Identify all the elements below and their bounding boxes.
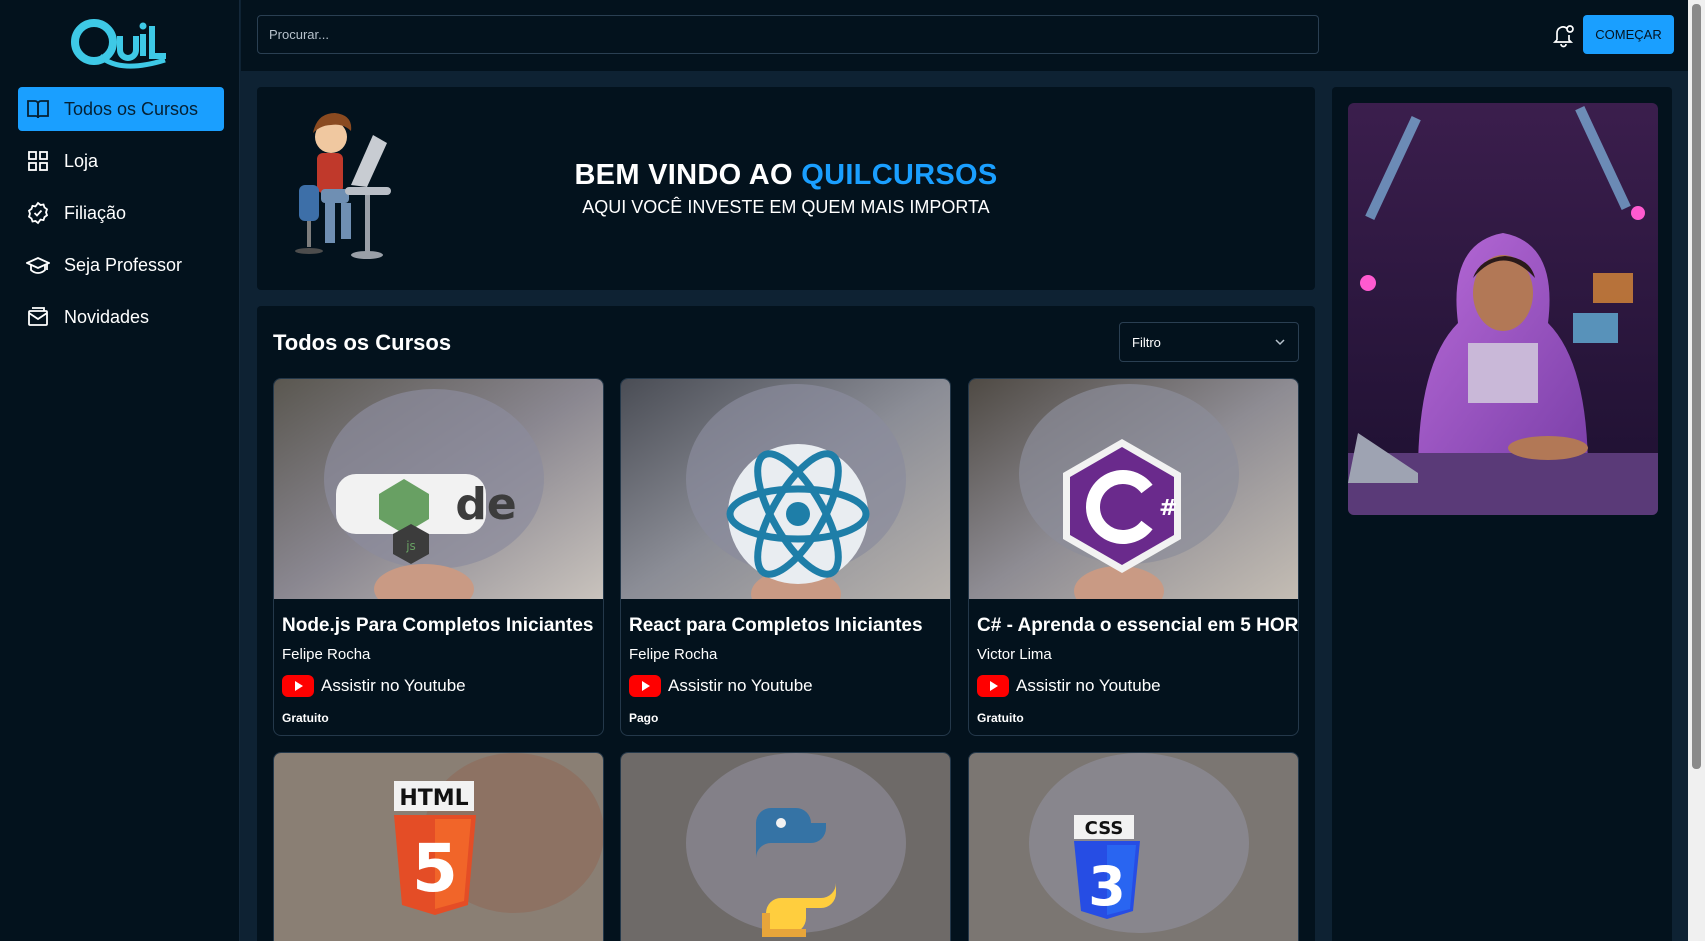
welcome-title-prefix: BEM VINDO AO bbox=[574, 159, 802, 191]
course-title[interactable]: C# - Aprenda o essencial em 5 HORAS bbox=[977, 615, 1298, 637]
watch-label: Assistir no Youtube bbox=[1016, 676, 1161, 695]
book-open-icon bbox=[26, 97, 50, 121]
scrollbar[interactable] bbox=[1688, 0, 1705, 941]
filter-select[interactable]: Filtro bbox=[1119, 322, 1299, 362]
filter-label: Filtro bbox=[1132, 334, 1161, 350]
course-price: Gratuito bbox=[282, 711, 329, 725]
course-price: Pago bbox=[629, 711, 659, 725]
course-author: Felipe Rocha bbox=[629, 646, 718, 663]
html-logo-text: HTML bbox=[399, 786, 468, 811]
quil-logo[interactable] bbox=[70, 16, 170, 74]
chevron-down-icon bbox=[1275, 339, 1285, 346]
sidebar-item-label: Seja Professor bbox=[64, 254, 183, 275]
sidebar-item-label: Todos os Cursos bbox=[64, 98, 199, 119]
youtube-icon bbox=[977, 675, 1009, 697]
watch-on-youtube-link[interactable]: Assistir no Youtube bbox=[977, 675, 1161, 697]
course-thumbnail: # bbox=[969, 379, 1298, 599]
youtube-icon bbox=[282, 675, 314, 697]
courses-panel: Todos os Cursos Filtro n de js Node.js P… bbox=[257, 306, 1315, 941]
watch-on-youtube-link[interactable]: Assistir no Youtube bbox=[629, 675, 813, 697]
youtube-icon bbox=[629, 675, 661, 697]
svg-text:#: # bbox=[1159, 496, 1177, 521]
sidebar-item-label: Loja bbox=[64, 150, 99, 171]
watch-on-youtube-link[interactable]: Assistir no Youtube bbox=[282, 675, 466, 697]
svg-text:js: js bbox=[405, 539, 416, 553]
course-title[interactable]: React para Completos Iniciantes bbox=[629, 615, 923, 637]
welcome-title: BEM VINDO AO QUILCURSOS bbox=[257, 159, 1315, 192]
mail-icon bbox=[26, 305, 50, 329]
sidebar-item-loja[interactable]: Loja bbox=[18, 139, 224, 183]
sidebar-item-seja-professor[interactable]: Seja Professor bbox=[18, 243, 224, 287]
welcome-banner: BEM VINDO AO QUILCURSOS AQUI VOCÊ INVEST… bbox=[257, 87, 1315, 290]
sidebar-item-label: Filiação bbox=[64, 202, 127, 223]
course-thumbnail: CSS 3 bbox=[969, 753, 1298, 941]
badge-check-icon bbox=[26, 201, 50, 225]
course-thumbnail bbox=[621, 379, 950, 599]
course-card[interactable]: HTML 5 bbox=[273, 752, 604, 941]
svg-text:de: de bbox=[455, 479, 516, 530]
course-card[interactable]: React para Completos Iniciantes Felipe R… bbox=[620, 378, 951, 736]
sidebar-item-filiacao[interactable]: Filiação bbox=[18, 191, 224, 235]
sidebar-item-novidades[interactable]: Novidades bbox=[18, 295, 224, 339]
course-card[interactable]: # C# - Aprenda o essencial em 5 HORAS Vi… bbox=[968, 378, 1299, 736]
grid-icon bbox=[26, 149, 50, 173]
scrollbar-thumb[interactable] bbox=[1692, 4, 1701, 769]
css-logo-text: CSS bbox=[1085, 818, 1124, 839]
course-author: Victor Lima bbox=[977, 646, 1052, 663]
welcome-title-highlight: QUILCURSOS bbox=[801, 159, 998, 191]
right-panel bbox=[1332, 87, 1672, 941]
welcome-subtitle: AQUI VOCÊ INVESTE EM QUEM MAIS IMPORTA bbox=[582, 197, 990, 217]
watch-label: Assistir no Youtube bbox=[668, 676, 813, 695]
watch-label: Assistir no Youtube bbox=[321, 676, 466, 695]
notification-bell-icon[interactable] bbox=[1551, 22, 1577, 48]
sidebar: Todos os Cursos Loja Filiação Seja Profe… bbox=[0, 0, 240, 941]
course-thumbnail: HTML 5 bbox=[274, 753, 603, 941]
course-title[interactable]: Node.js Para Completos Iniciantes bbox=[282, 615, 593, 637]
course-card[interactable]: CSS 3 bbox=[968, 752, 1299, 941]
graduation-cap-icon bbox=[26, 253, 50, 277]
html5-number: 5 bbox=[412, 830, 458, 907]
course-thumbnail bbox=[621, 753, 950, 941]
top-bar: COMEÇAR bbox=[241, 0, 1688, 71]
course-price: Gratuito bbox=[977, 711, 1024, 725]
courses-title: Todos os Cursos bbox=[273, 330, 452, 355]
start-button[interactable]: COMEÇAR bbox=[1583, 15, 1674, 54]
course-thumbnail: n de js bbox=[274, 379, 603, 599]
sidebar-item-label: Novidades bbox=[64, 306, 150, 327]
css3-number: 3 bbox=[1088, 855, 1126, 918]
sidebar-item-todos-os-cursos[interactable]: Todos os Cursos bbox=[18, 87, 224, 131]
course-author: Felipe Rocha bbox=[282, 646, 371, 663]
course-card[interactable] bbox=[620, 752, 951, 941]
course-card[interactable]: n de js Node.js Para Completos Iniciante… bbox=[273, 378, 604, 736]
hero-illustration bbox=[1348, 103, 1658, 515]
search-input[interactable] bbox=[257, 15, 1319, 54]
